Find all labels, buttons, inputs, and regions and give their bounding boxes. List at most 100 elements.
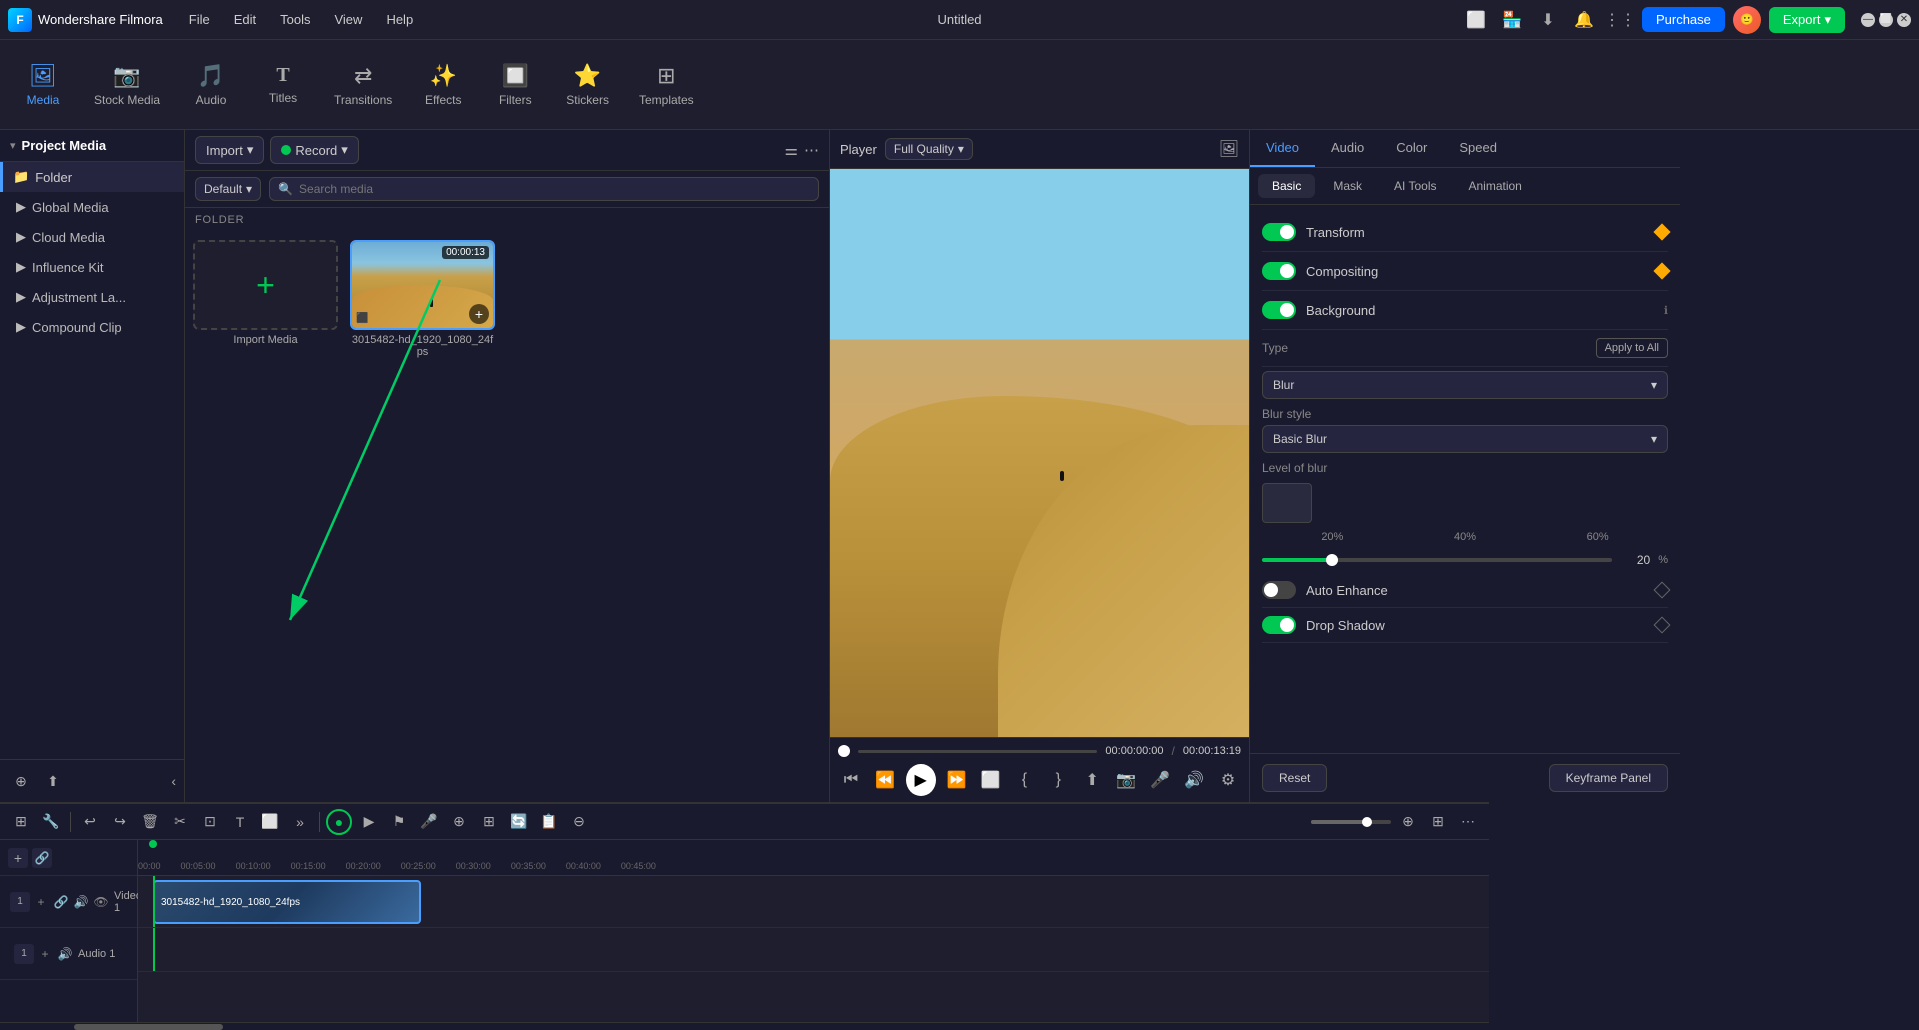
keyframe-panel-button[interactable]: Keyframe Panel: [1549, 764, 1668, 792]
scrollbar-thumb[interactable]: [74, 1024, 223, 1030]
tool-filters[interactable]: 🔲 Filters: [480, 57, 550, 113]
drop-shadow-toggle[interactable]: [1262, 616, 1296, 634]
purchase-button[interactable]: Purchase: [1642, 7, 1725, 32]
sidebar-item-global-media[interactable]: ▶ Global Media: [0, 192, 184, 222]
collapse-panel-button[interactable]: ‹: [171, 773, 176, 789]
sort-icon[interactable]: ⚌: [785, 141, 798, 159]
mark-out-button[interactable]: }: [1045, 766, 1071, 794]
download-icon[interactable]: ⬇: [1534, 6, 1562, 34]
compositing-keyframe[interactable]: [1654, 263, 1671, 280]
export-button[interactable]: Export ▾: [1769, 7, 1845, 33]
apply-to-all-button[interactable]: Apply to All: [1596, 338, 1668, 358]
tool-effects[interactable]: ✨ Effects: [408, 57, 478, 113]
track-eye-icon[interactable]: 👁: [92, 893, 110, 911]
maximize-button[interactable]: ⬜: [1879, 13, 1893, 27]
zoom-track[interactable]: [1311, 820, 1391, 824]
background-toggle[interactable]: [1262, 301, 1296, 319]
next-frame-button[interactable]: ⏩: [944, 766, 970, 794]
sidebar-item-folder[interactable]: 📁 Folder: [0, 162, 184, 192]
tool-titles[interactable]: T Titles: [248, 58, 318, 111]
move-icon[interactable]: 🔄: [506, 809, 532, 835]
settings-button[interactable]: ⚙: [1215, 766, 1241, 794]
subtab-mask[interactable]: Mask: [1319, 174, 1376, 198]
tool-media[interactable]: 🖼 Media: [8, 57, 78, 113]
sidebar-item-compound-clip[interactable]: ▶ Compound Clip: [0, 312, 184, 342]
mark-icon[interactable]: ⚑: [386, 809, 412, 835]
audio-button[interactable]: 🔊: [1181, 766, 1207, 794]
layers-icon[interactable]: 📋: [536, 809, 562, 835]
type-dropdown[interactable]: Blur ▾: [1262, 371, 1668, 399]
timeline-more-btn[interactable]: ⋯: [1455, 809, 1481, 835]
import-media-card[interactable]: + Import Media: [193, 240, 338, 358]
compositing-toggle[interactable]: [1262, 262, 1296, 280]
sidebar-item-adjustment[interactable]: ▶ Adjustment La...: [0, 282, 184, 312]
mark-in-button[interactable]: {: [1011, 766, 1037, 794]
cut-button[interactable]: ✂: [167, 809, 193, 835]
progress-track[interactable]: [858, 750, 1097, 753]
menu-edit[interactable]: Edit: [224, 8, 266, 31]
video-clip-card[interactable]: 00:00:13 ⬛ + 3015482-hd_1920_1080_24fps: [350, 240, 495, 358]
drop-shadow-keyframe[interactable]: [1654, 617, 1671, 634]
background-info-icon[interactable]: ℹ: [1664, 304, 1668, 317]
subtab-animation[interactable]: Animation: [1454, 174, 1535, 198]
redo-button[interactable]: ↪: [107, 809, 133, 835]
snapshot-btn[interactable]: 📷: [1113, 766, 1139, 794]
merge-icon[interactable]: ⊕: [446, 809, 472, 835]
track-add-icon[interactable]: +: [32, 893, 50, 911]
horizontal-scrollbar[interactable]: [0, 1022, 1489, 1030]
auto-enhance-keyframe[interactable]: [1654, 582, 1671, 599]
tab-video[interactable]: Video: [1250, 130, 1315, 167]
grid-tl-icon[interactable]: ⊞: [476, 809, 502, 835]
play-timeline[interactable]: ▶: [356, 809, 382, 835]
add-folder-button[interactable]: ⊕: [8, 768, 34, 794]
mic-icon[interactable]: 🎤: [416, 809, 442, 835]
tab-speed[interactable]: Speed: [1443, 130, 1513, 167]
more-icon[interactable]: ⋯: [804, 141, 819, 159]
collapse-icon[interactable]: ▾: [10, 139, 16, 152]
quality-dropdown[interactable]: Full Quality ▾: [885, 138, 973, 160]
clip-add-button[interactable]: +: [469, 304, 489, 324]
subtab-basic[interactable]: Basic: [1258, 174, 1315, 198]
transform-keyframe[interactable]: [1654, 224, 1671, 241]
bell-icon[interactable]: 🔔: [1570, 6, 1598, 34]
search-input[interactable]: [299, 182, 810, 196]
menu-help[interactable]: Help: [376, 8, 423, 31]
tool-transitions[interactable]: ⇄ Transitions: [320, 57, 406, 113]
blur-slider[interactable]: [1262, 558, 1612, 562]
multi-track-icon[interactable]: ⊞: [8, 809, 34, 835]
timeline-view-btn[interactable]: ⊞: [1425, 809, 1451, 835]
transform-toggle[interactable]: [1262, 223, 1296, 241]
layout-icon[interactable]: ⬜: [1462, 6, 1490, 34]
magnet-icon[interactable]: 🔧: [38, 809, 64, 835]
subtab-ai-tools[interactable]: AI Tools: [1380, 174, 1450, 198]
tool-stock-media[interactable]: 📷 Stock Media: [80, 57, 174, 113]
close-button[interactable]: ✕: [1897, 13, 1911, 27]
tool-audio[interactable]: 🎵 Audio: [176, 57, 246, 113]
auto-enhance-toggle[interactable]: [1262, 581, 1296, 599]
record-button[interactable]: Record ▾: [270, 136, 358, 164]
store-icon[interactable]: 🏪: [1498, 6, 1526, 34]
sidebar-item-influence-kit[interactable]: ▶ Influence Kit: [0, 252, 184, 282]
text-button[interactable]: T: [227, 809, 253, 835]
menu-view[interactable]: View: [324, 8, 372, 31]
tab-color[interactable]: Color: [1380, 130, 1443, 167]
snapshot-icon[interactable]: 🖼: [1219, 139, 1239, 159]
tool-templates[interactable]: ⊞ Templates: [625, 57, 708, 113]
track-audio-icon[interactable]: 🔊: [72, 893, 90, 911]
go-start-button[interactable]: ⏮: [838, 766, 864, 794]
trim-button[interactable]: ⊡: [197, 809, 223, 835]
prev-frame-button[interactable]: ⏪: [872, 766, 898, 794]
crop-button[interactable]: ⬜: [977, 766, 1003, 794]
link-tracks-button[interactable]: 🔗: [32, 848, 52, 868]
blur-style-dropdown[interactable]: Basic Blur ▾: [1262, 425, 1668, 453]
undo-button[interactable]: ↩: [77, 809, 103, 835]
import-folder-button[interactable]: ⬆: [40, 768, 66, 794]
view-dropdown[interactable]: Default ▾: [195, 177, 261, 201]
track-link-icon[interactable]: 🔗: [52, 893, 70, 911]
sidebar-item-cloud-media[interactable]: ▶ Cloud Media: [0, 222, 184, 252]
grid-icon[interactable]: ⋮⋮: [1606, 6, 1634, 34]
menu-tools[interactable]: Tools: [270, 8, 320, 31]
audio-track-volume[interactable]: 🔊: [56, 945, 74, 963]
import-button[interactable]: Import ▾: [195, 136, 264, 164]
more-tools-button[interactable]: »: [287, 809, 313, 835]
